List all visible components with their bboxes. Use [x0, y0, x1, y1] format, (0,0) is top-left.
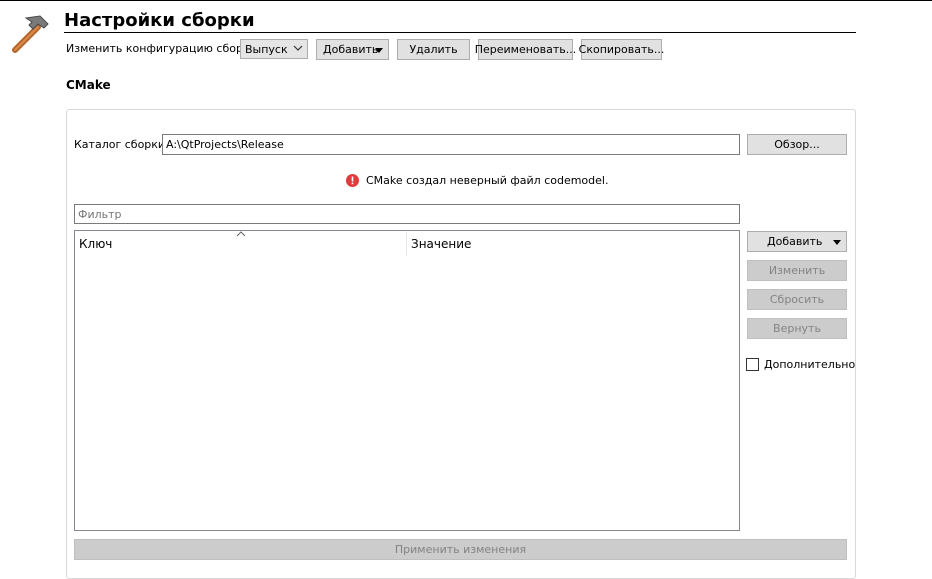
build-dir-label: Каталог сборки:: [74, 138, 169, 151]
apply-changes-button[interactable]: Применить изменения: [74, 539, 847, 560]
revert-entry-button[interactable]: Вернуть: [747, 318, 847, 339]
config-label: Изменить конфигурацию сборки:: [66, 42, 261, 55]
top-border: [0, 0, 932, 1]
edit-entry-label: Изменить: [768, 264, 826, 277]
add-entry-button[interactable]: Добавить: [747, 231, 847, 252]
clone-config-button[interactable]: Скопировать...: [578, 39, 665, 60]
clone-config-label: Скопировать...: [578, 43, 665, 56]
apply-changes-label: Применить изменения: [394, 543, 527, 556]
chevron-down-icon: [293, 43, 303, 56]
add-config-button[interactable]: Добавить: [316, 39, 389, 60]
column-header-value[interactable]: Значение: [411, 237, 471, 251]
build-dir-value: A:\QtProjects\Release: [166, 138, 284, 151]
revert-entry-label: Вернуть: [773, 322, 821, 335]
caret-down-icon: [833, 240, 841, 245]
rename-config-button[interactable]: Переименовать...: [475, 39, 576, 60]
browse-button[interactable]: Обзор...: [747, 134, 847, 155]
remove-config-button[interactable]: Удалить: [397, 39, 470, 60]
caret-down-icon: [375, 48, 383, 53]
advanced-label: Дополнительно: [764, 358, 856, 371]
section-title: CMake: [66, 78, 111, 92]
column-header-key[interactable]: Ключ: [79, 237, 112, 251]
reset-entry-label: Сбросить: [769, 293, 825, 306]
advanced-checkbox[interactable]: [746, 358, 759, 371]
add-entry-label: Добавить: [767, 235, 823, 248]
error-message: CMake создал неверный файл codemodel.: [366, 174, 609, 187]
config-select[interactable]: Выпуск: [240, 39, 308, 59]
hammer-icon: [8, 12, 52, 56]
column-divider[interactable]: [406, 232, 407, 256]
page-title: Настройки сборки: [64, 10, 255, 31]
build-dir-input[interactable]: A:\QtProjects\Release: [162, 134, 740, 155]
title-divider: [64, 32, 856, 33]
error-circle-icon: [346, 174, 359, 187]
rename-config-label: Переименовать...: [474, 43, 577, 56]
add-config-label: Добавить: [323, 43, 379, 56]
filter-input[interactable]: [74, 204, 740, 224]
reset-entry-button[interactable]: Сбросить: [747, 289, 847, 310]
edit-entry-button[interactable]: Изменить: [747, 260, 847, 281]
remove-config-label: Удалить: [409, 43, 458, 56]
sort-ascending-icon[interactable]: [235, 228, 247, 237]
settings-table: [74, 230, 740, 531]
config-select-value: Выпуск: [245, 42, 288, 56]
browse-label: Обзор...: [774, 138, 820, 151]
